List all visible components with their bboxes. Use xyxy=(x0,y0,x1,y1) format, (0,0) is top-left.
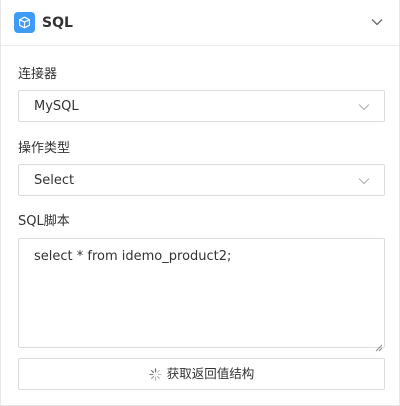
sql-node-panel: SQL 连接器 MySQL 操作类型 Select SQL脚本 select *… xyxy=(0,0,400,406)
operation-type-select-value: Select xyxy=(34,173,75,188)
sql-script-text: select * from idemo_product2; xyxy=(34,249,232,264)
connector-select[interactable]: MySQL xyxy=(18,90,385,122)
sql-script-label: SQL脚本 xyxy=(18,214,70,229)
loading-spinner-icon xyxy=(149,367,163,381)
panel-header[interactable]: SQL xyxy=(1,0,399,46)
fetch-button-content: 获取返回值结构 xyxy=(149,366,255,382)
chevron-down-icon xyxy=(357,174,371,188)
cube-icon xyxy=(14,12,35,33)
fetch-button-label: 获取返回值结构 xyxy=(166,366,255,381)
chevron-down-icon xyxy=(357,100,371,114)
connector-select-value: MySQL xyxy=(34,99,79,114)
chevron-down-icon[interactable] xyxy=(370,15,384,29)
fetch-return-structure-button[interactable]: 获取返回值结构 xyxy=(18,358,385,390)
panel-title: SQL xyxy=(42,15,73,31)
connector-label: 连接器 xyxy=(18,67,58,82)
operation-type-label: 操作类型 xyxy=(18,141,71,156)
operation-type-select[interactable]: Select xyxy=(18,164,385,196)
sql-script-textarea[interactable]: select * from idemo_product2; xyxy=(18,238,385,352)
resize-handle-icon[interactable] xyxy=(374,337,383,352)
